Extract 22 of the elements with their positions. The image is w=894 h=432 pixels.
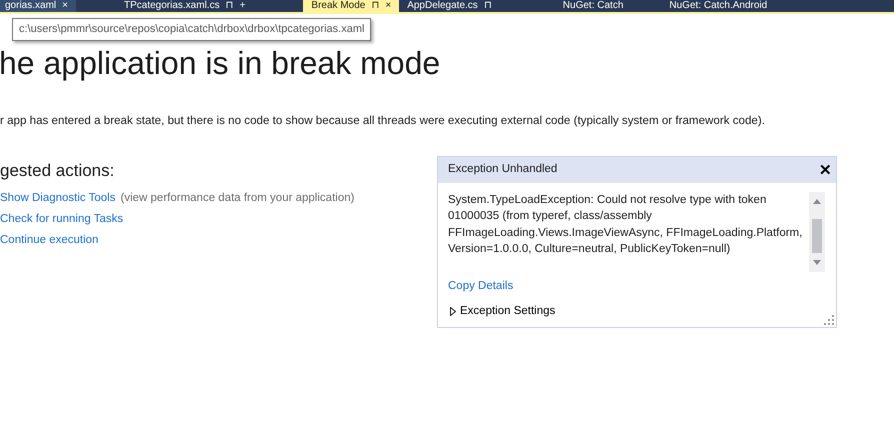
resize-grip-icon[interactable]	[824, 315, 834, 325]
close-button[interactable]: ✕	[819, 162, 832, 178]
editor-tab[interactable]: Break Mode ⊓ ×	[303, 0, 400, 12]
editor-tab[interactable]: TPcategorias.xaml.cs ⊓ +	[116, 0, 254, 12]
scrollbar[interactable]	[809, 192, 825, 272]
copy-details-link[interactable]: Copy Details	[448, 278, 514, 296]
section-heading: gested actions:	[0, 160, 114, 182]
action-link[interactable]: Show Diagnostic Tools	[0, 190, 116, 208]
editor-tab[interactable]: NuGet: Catch.Android	[661, 0, 776, 12]
action-note: (view performance data from your application)	[120, 190, 354, 206]
action-link[interactable]: Continue execution	[0, 232, 98, 250]
editor-tab[interactable]: NuGet: Catch	[554, 0, 632, 12]
exception-settings-toggle[interactable]: Exception Settings	[450, 303, 556, 320]
expand-arrow-icon[interactable]	[450, 307, 456, 316]
exception-message: System.TypeLoadException: Could not resolve type with token 01000035 (from typeref, class/assembly FFImageLoading.Views.ImageViewAsync, FFImageLoading.Platform, Version=1.0.0.0, Culture=neutral, PublicKeyToken=null)	[448, 193, 803, 258]
action-link[interactable]: Check for running Tasks	[0, 210, 124, 228]
break-message: r app has entered a break state, but there is no code to show because all threads were executing external code (typically system or framework code).	[0, 113, 765, 129]
editor-tab[interactable]: gorias.xaml ×	[0, 0, 76, 12]
path-tooltip: c:\users\pmmr\source\repos\copia\catch\drbox\drbox\tpcategorias.xaml	[12, 18, 372, 40]
editor-tab[interactable]: AppDelegate.cs ⊓	[399, 0, 500, 12]
page-heading: he application is in break mode	[0, 44, 440, 82]
exception-title: Exception Unhandled	[448, 162, 558, 178]
